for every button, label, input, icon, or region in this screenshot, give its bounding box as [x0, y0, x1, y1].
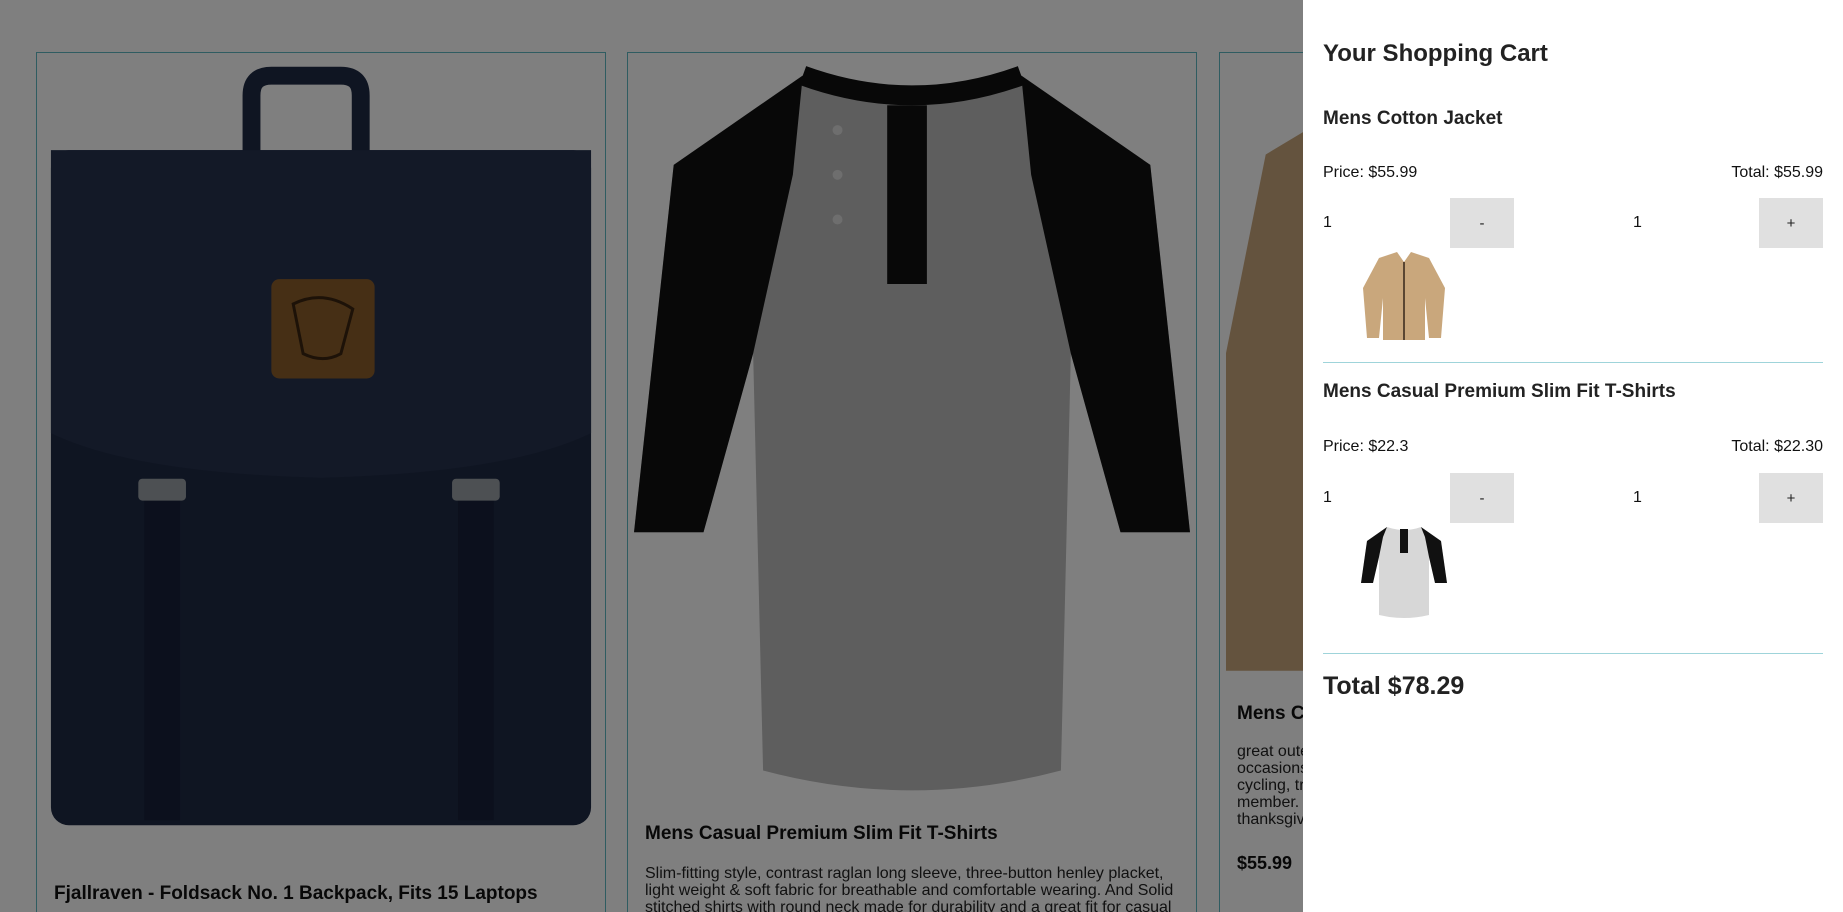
cart-item-name: Mens Casual Premium Slim Fit T-Shirts: [1323, 381, 1676, 402]
decrease-quantity-button[interactable]: -: [1450, 473, 1514, 523]
quantity-display: 1: [1633, 489, 1642, 506]
cart-title: Your Shopping Cart: [1323, 40, 1548, 67]
cart-grand-total: Total $78.29: [1323, 672, 1465, 700]
quantity-value: 1: [1323, 214, 1332, 231]
cart-item-total: Total: $55.99: [1731, 164, 1823, 181]
cart-item: Mens Casual Premium Slim Fit T-Shirts Pr…: [1323, 381, 1823, 631]
cart-item: Mens Cotton Jacket Price: $55.99 Total: …: [1323, 108, 1823, 358]
increase-quantity-button[interactable]: +: [1759, 473, 1823, 523]
quantity-controls: 1 - 1 +: [1323, 198, 1823, 248]
cart-item-price: Price: $22.3: [1323, 438, 1409, 455]
quantity-controls: 1 - 1 +: [1323, 473, 1823, 523]
cart-item-divider: [1323, 653, 1823, 654]
cart-item-price: Price: $55.99: [1323, 164, 1418, 181]
cart-item-name: Mens Cotton Jacket: [1323, 108, 1503, 129]
quantity-value: 1: [1323, 489, 1332, 506]
increase-quantity-button[interactable]: +: [1759, 198, 1823, 248]
cart-item-divider: [1323, 362, 1823, 363]
jacket-thumbnail: [1359, 248, 1449, 344]
tshirt-thumbnail: [1359, 523, 1449, 619]
cart-drawer: Your Shopping Cart Mens Cotton Jacket Pr…: [1303, 0, 1843, 912]
cart-item-total: Total: $22.30: [1731, 438, 1823, 455]
decrease-quantity-button[interactable]: -: [1450, 198, 1514, 248]
quantity-display: 1: [1633, 214, 1642, 231]
